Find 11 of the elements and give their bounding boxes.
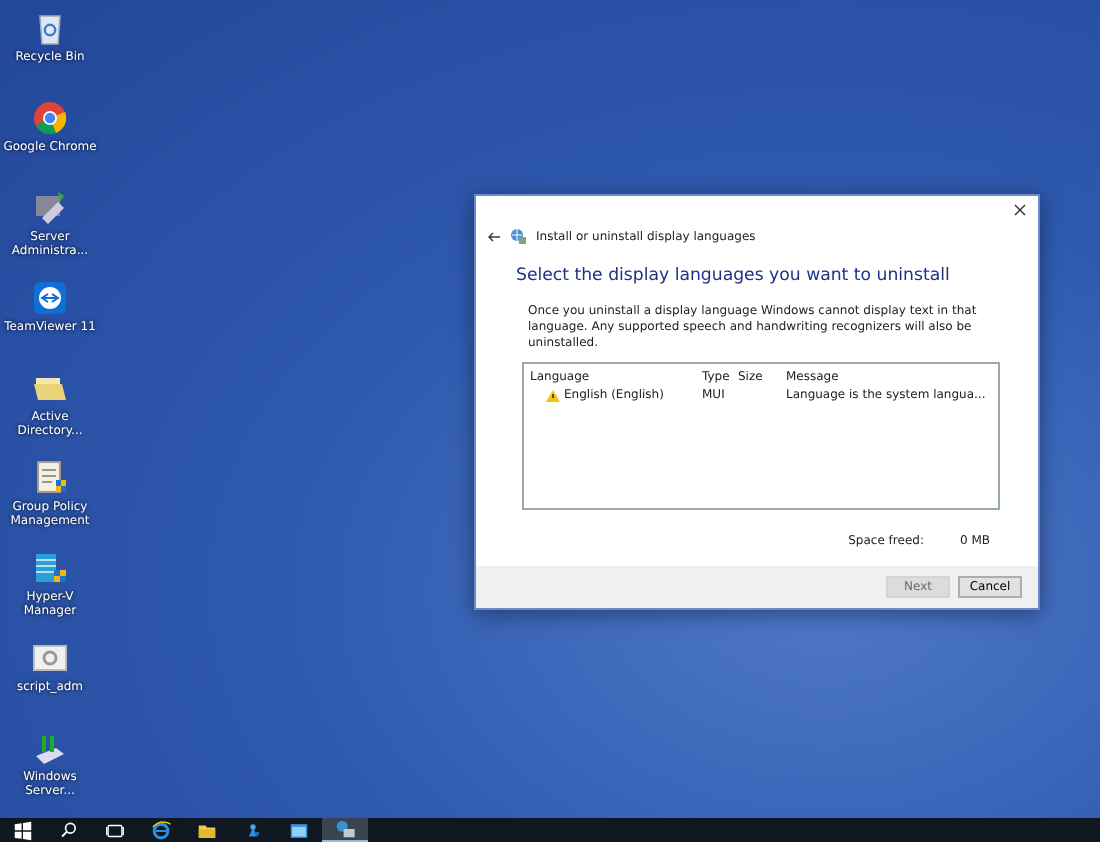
back-arrow-icon[interactable] <box>488 231 500 241</box>
window-icon <box>288 819 310 841</box>
windows-logo-icon <box>12 819 34 841</box>
taskbar-button[interactable] <box>322 818 368 842</box>
close-icon[interactable] <box>1014 204 1026 216</box>
search-icon <box>58 819 80 841</box>
globe-icon <box>510 228 526 244</box>
page-heading: Select the display languages you want to uninstall <box>514 264 952 286</box>
browser-icon <box>150 819 172 841</box>
network-computer-icon <box>334 818 356 840</box>
task-view-icon <box>104 819 126 841</box>
